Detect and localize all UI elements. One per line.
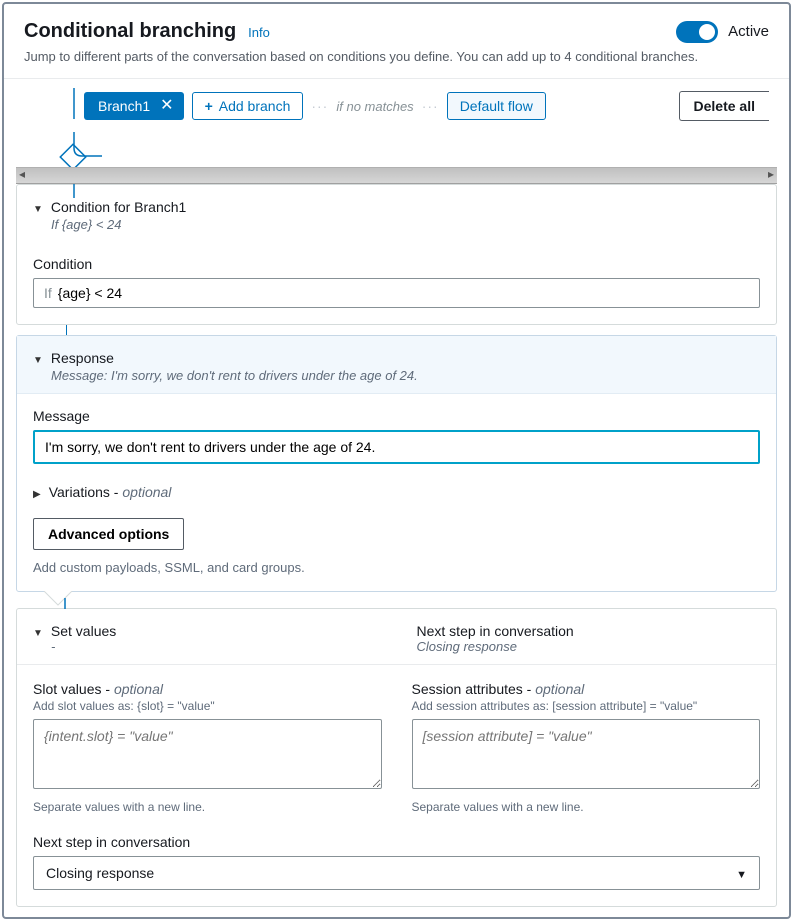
slot-values-hint: Add slot values as: {slot} = "value": [33, 699, 382, 713]
chevron-down-icon: [736, 865, 747, 881]
variations-label: Variations - optional: [49, 484, 172, 500]
condition-if-prefix: If: [44, 285, 52, 301]
nextstep-head-sub: Closing response: [417, 639, 761, 654]
branch-chip-label: Branch1: [98, 98, 150, 114]
active-toggle[interactable]: [676, 21, 718, 43]
horizontal-scrollbar[interactable]: [16, 167, 777, 184]
condition-expander[interactable]: Condition for Branch1: [33, 199, 760, 215]
setvalues-expander[interactable]: Set values: [33, 623, 377, 639]
branch-chip[interactable]: Branch1 ✕: [84, 92, 184, 120]
chevron-down-icon: [33, 623, 43, 639]
session-attrs-hint: Add session attributes as: [session attr…: [412, 699, 761, 713]
active-toggle-label: Active: [728, 23, 769, 40]
session-attrs-label: Session attributes - optional: [412, 681, 761, 697]
session-attrs-textarea[interactable]: [412, 719, 761, 789]
condition-input-wrapper[interactable]: If: [33, 278, 760, 308]
response-expander[interactable]: Response: [33, 350, 760, 366]
vertical-connector: [66, 325, 789, 335]
connector-dots: ···: [422, 98, 439, 114]
nextstep-head-label: Next step in conversation: [417, 623, 761, 639]
response-panel-subtitle: Message: I'm sorry, we don't rent to dri…: [51, 368, 760, 383]
chevron-down-icon: [33, 350, 43, 366]
page-title: Conditional branching: [24, 20, 236, 42]
chevron-right-icon: [33, 484, 41, 500]
message-field-label: Message: [33, 408, 760, 424]
slot-values-label: Slot values - optional: [33, 681, 382, 697]
setvalues-title: Set values: [51, 623, 116, 639]
slot-values-textarea[interactable]: [33, 719, 382, 789]
if-no-matches-label: if no matches: [336, 99, 413, 114]
condition-input[interactable]: [58, 285, 749, 301]
message-input[interactable]: [33, 430, 760, 464]
advanced-options-button[interactable]: Advanced options: [33, 518, 184, 550]
next-step-label: Next step in conversation: [33, 834, 760, 850]
variations-expander[interactable]: Variations - optional: [33, 484, 760, 500]
delete-all-button[interactable]: Delete all: [679, 91, 769, 121]
callout-tail-connector: [16, 592, 777, 608]
condition-field-label: Condition: [33, 256, 760, 272]
plus-icon: +: [205, 98, 213, 114]
connector-dots: ···: [311, 98, 328, 114]
chevron-down-icon: [33, 199, 43, 215]
setvalues-dash: -: [51, 639, 377, 654]
response-panel-title: Response: [51, 350, 114, 366]
header-description: Jump to different parts of the conversat…: [24, 49, 769, 64]
default-flow-button[interactable]: Default flow: [447, 92, 546, 120]
info-link[interactable]: Info: [248, 25, 270, 40]
session-attrs-below-hint: Separate values with a new line.: [412, 800, 761, 814]
next-step-selected-value: Closing response: [46, 865, 154, 881]
add-branch-button[interactable]: + Add branch: [192, 92, 304, 120]
condition-panel-subtitle: If {age} < 24: [51, 217, 760, 232]
condition-panel-title: Condition for Branch1: [51, 199, 186, 215]
slot-values-below-hint: Separate values with a new line.: [33, 800, 382, 814]
next-step-select[interactable]: Closing response: [33, 856, 760, 890]
add-branch-label: Add branch: [219, 98, 291, 114]
advanced-options-hint: Add custom payloads, SSML, and card grou…: [33, 560, 760, 575]
close-icon[interactable]: ✕: [160, 98, 173, 114]
